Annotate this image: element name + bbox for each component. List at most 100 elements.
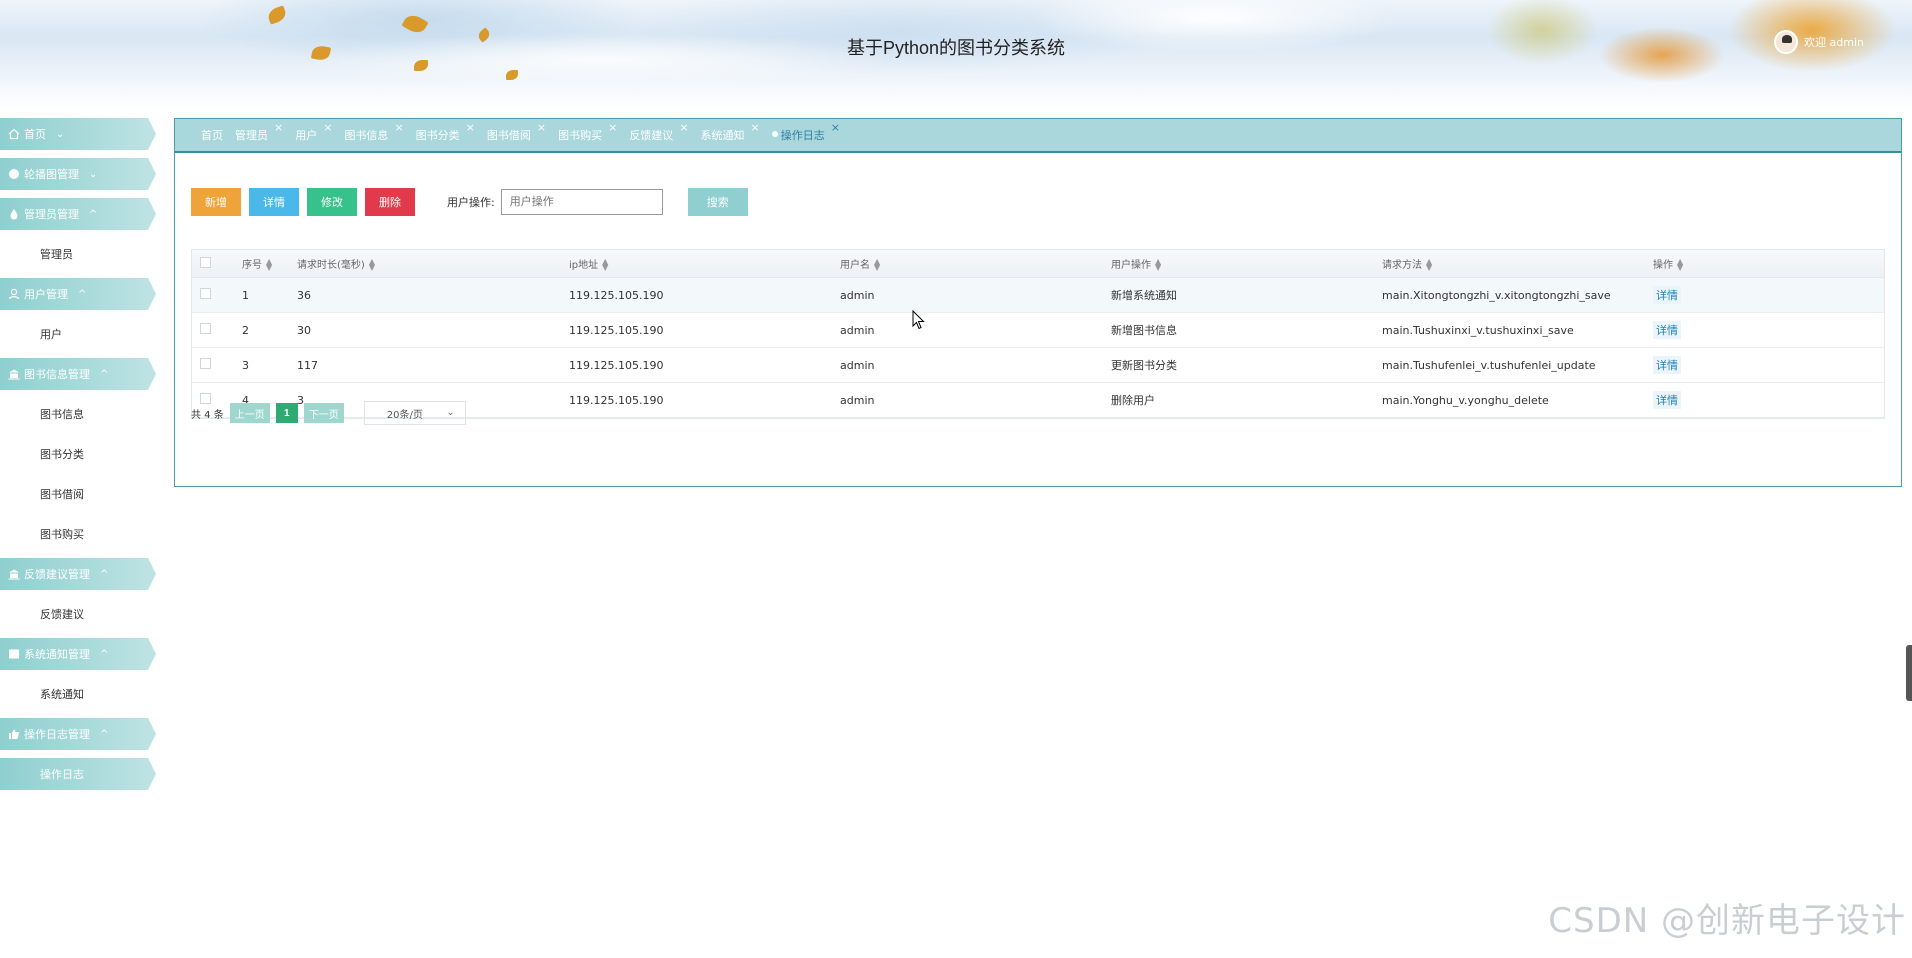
next-page-button[interactable]: 下一页 (303, 403, 344, 423)
close-icon[interactable]: × (751, 121, 760, 134)
bank-icon (8, 568, 20, 580)
cell-method: main.Xitongtongzhi_v.xitongtongzhi_save (1382, 288, 1611, 302)
row-checkbox[interactable] (200, 288, 211, 299)
user-icon (8, 288, 20, 300)
sidebar-item-label: 反馈建议管理 (24, 568, 90, 581)
select-all-checkbox[interactable] (200, 256, 211, 268)
sidebar-subitem-feedback[interactable]: 反馈建议 (0, 598, 160, 630)
cell-duration: 117 (297, 358, 318, 372)
column-header-operation[interactable]: 用户操作 ▲ ▼ (1111, 256, 1382, 272)
sort-icon[interactable]: ▲ ▼ (1677, 258, 1683, 272)
column-header-username[interactable]: 用户名 ▲ ▼ (840, 256, 1111, 272)
close-icon[interactable]: × (537, 121, 546, 134)
chevron-up-icon: ^ (100, 648, 109, 660)
sort-icon[interactable]: ▲ ▼ (874, 258, 880, 272)
pagination: 共 4 条 上一页 1 下一页 20条/页 ⌄ (191, 401, 466, 425)
tab-operation-log[interactable]: 操作日志 × (771, 121, 840, 143)
sidebar-item-admin-management[interactable]: 管理员管理 ^ (0, 198, 156, 230)
close-icon[interactable]: × (608, 121, 617, 134)
close-icon[interactable]: × (323, 121, 332, 134)
sort-icon[interactable]: ▲ ▼ (369, 258, 375, 272)
column-header-duration[interactable]: 请求时长(毫秒) ▲ ▼ (297, 256, 569, 272)
tab-book-purchase[interactable]: 图书购买 × (558, 121, 617, 143)
mouse-cursor-icon (912, 310, 925, 330)
cell-duration: 36 (297, 288, 311, 302)
circle-icon (8, 168, 20, 180)
column-header-index[interactable]: 序号 ▲ ▼ (242, 256, 297, 272)
sidebar-item-log-management[interactable]: 操作日志管理 ^ (0, 718, 156, 750)
sort-icon[interactable]: ▲ ▼ (266, 258, 272, 272)
sidebar-subitem-operation-log[interactable]: 操作日志 (0, 758, 156, 790)
bank-icon (8, 368, 20, 380)
edit-button[interactable]: 修改 (307, 188, 357, 216)
sidebar-subitem-book-borrow[interactable]: 图书借阅 (0, 478, 160, 510)
sidebar-item-home[interactable]: 首页 ⌄ (0, 118, 156, 150)
row-checkbox[interactable] (200, 358, 211, 369)
sidebar-item-label: 用户管理 (24, 288, 68, 301)
search-input[interactable] (500, 189, 663, 215)
close-icon[interactable]: × (394, 121, 403, 134)
tab-feedback[interactable]: 反馈建议 × (629, 121, 688, 143)
prev-page-button[interactable]: 上一页 (229, 403, 270, 423)
add-button[interactable]: 新增 (191, 188, 241, 216)
home-icon (8, 128, 20, 140)
close-icon[interactable]: × (466, 121, 475, 134)
cell-index: 3 (242, 358, 249, 372)
sort-icon[interactable]: ▲ ▼ (1155, 258, 1161, 272)
sidebar-subitem-notice[interactable]: 系统通知 (0, 678, 160, 710)
column-header-action[interactable]: 操作 ▲ ▼ (1653, 256, 1786, 272)
tab-home[interactable]: 首页 (201, 127, 223, 143)
sidebar-item-book-info-management[interactable]: 图书信息管理 ^ (0, 358, 156, 390)
cell-method: main.Yonghu_v.yonghu_delete (1382, 393, 1549, 407)
sidebar-subitem-user[interactable]: 用户 (0, 318, 160, 350)
table-row[interactable]: 2 30 119.125.105.190 admin 新增图书信息 main.T… (192, 313, 1884, 348)
scrollbar-handle[interactable] (1906, 645, 1912, 701)
search-button[interactable]: 搜索 (687, 188, 748, 216)
chevron-up-icon: ^ (78, 288, 87, 300)
active-dot-icon (771, 131, 778, 137)
column-header-ip[interactable]: ip地址 ▲ ▼ (569, 256, 840, 272)
sidebar-item-user-management[interactable]: 用户管理 ^ (0, 278, 156, 310)
sidebar-item-feedback-management[interactable]: 反馈建议管理 ^ (0, 558, 156, 590)
sidebar-subitem-book-category[interactable]: 图书分类 (0, 438, 160, 470)
thumb-icon (8, 728, 20, 740)
sort-icon[interactable]: ▲ ▼ (602, 258, 608, 272)
cell-username: admin (840, 323, 875, 337)
delete-button[interactable]: 删除 (365, 188, 415, 216)
tab-book-borrow[interactable]: 图书借阅 × (487, 121, 546, 143)
table-row[interactable]: 1 36 119.125.105.190 admin 新增系统通知 main.X… (192, 278, 1884, 313)
row-detail-button[interactable]: 详情 (1653, 321, 1681, 339)
column-header-method[interactable]: 请求方法 ▲ ▼ (1382, 256, 1653, 272)
table-row[interactable]: 3 117 119.125.105.190 admin 更新图书分类 main.… (192, 348, 1884, 383)
avatar[interactable] (1774, 30, 1799, 54)
tab-notice[interactable]: 系统通知 × (701, 121, 760, 143)
row-checkbox[interactable] (200, 323, 211, 334)
page-size-select[interactable]: 20条/页 ⌄ (363, 401, 466, 425)
sort-icon[interactable]: ▲ ▼ (1426, 258, 1432, 272)
tab-admin[interactable]: 管理员 × (235, 121, 283, 143)
page-number-button[interactable]: 1 (275, 403, 298, 423)
detail-button[interactable]: 详情 (249, 188, 299, 216)
row-detail-button[interactable]: 详情 (1653, 356, 1681, 374)
sidebar-item-carousel[interactable]: 轮播图管理 ⌄ (0, 158, 156, 190)
sidebar-item-label: 系统通知管理 (24, 648, 90, 661)
row-detail-button[interactable]: 详情 (1653, 391, 1681, 409)
log-table: 序号 ▲ ▼ 请求时长(毫秒) ▲ ▼ ip地址 ▲ ▼ 用户名 ▲ ▼ 用户操作 ▲ ▼ 请求方法… (191, 249, 1885, 419)
tab-user[interactable]: 用户 × (295, 121, 332, 143)
cell-method: main.Tushuxinxi_v.tushuxinxi_save (1382, 323, 1574, 337)
close-icon[interactable]: × (679, 121, 688, 134)
cell-ip: 119.125.105.190 (569, 323, 664, 337)
sidebar-item-notice-management[interactable]: 系统通知管理 ^ (0, 638, 156, 670)
sidebar-subitem-book-purchase[interactable]: 图书购买 (0, 518, 160, 550)
app-title: 基于Python的图书分类系统 (846, 38, 1066, 58)
user-menu[interactable]: 欢迎 admin (1774, 30, 1864, 54)
chevron-up-icon: ^ (89, 208, 98, 220)
close-icon[interactable]: × (274, 121, 283, 134)
row-detail-button[interactable]: 详情 (1653, 286, 1681, 304)
close-icon[interactable]: × (831, 121, 840, 134)
sidebar-subitem-book-info[interactable]: 图书信息 (0, 398, 160, 430)
tab-book-info[interactable]: 图书信息 × (344, 121, 403, 143)
tab-book-category[interactable]: 图书分类 × (416, 121, 475, 143)
chevron-down-icon: ⌄ (56, 128, 65, 140)
sidebar-subitem-admin[interactable]: 管理员 (0, 238, 160, 270)
